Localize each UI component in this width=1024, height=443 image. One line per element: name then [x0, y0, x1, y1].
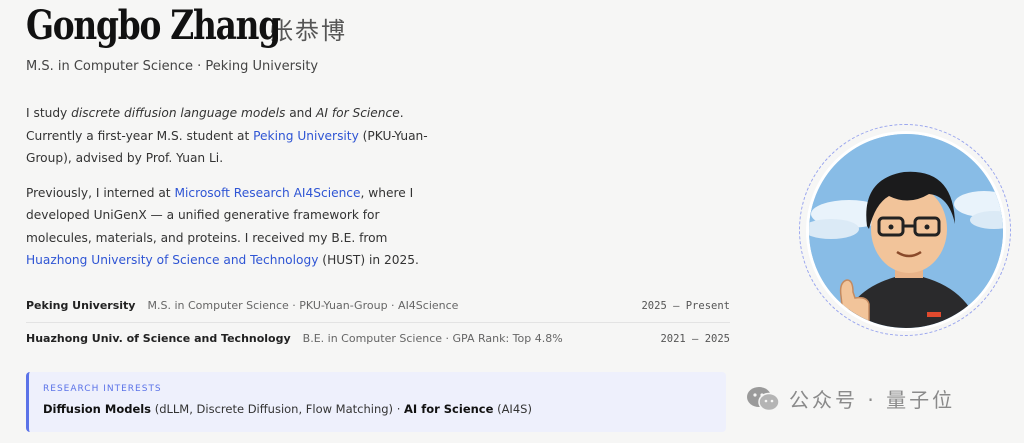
msr-ai4science-link[interactable]: Microsoft Research AI4Science	[174, 186, 360, 200]
avatar	[799, 124, 1011, 336]
subtitle: M.S. in Computer Science · Peking Univer…	[26, 59, 319, 74]
education-detail: M.S. in Computer Science · PKU-Yuan-Grou…	[147, 299, 459, 312]
education-years: 2025 — Present	[641, 299, 730, 312]
interest-item: AI for Science	[404, 402, 494, 416]
avatar-image	[806, 131, 1006, 331]
interest-detail: (AI4S)	[493, 402, 532, 416]
bio-text: and	[285, 106, 317, 120]
education-list: Peking University M.S. in Computer Scien…	[26, 290, 730, 355]
bio-emphasis: discrete diffusion language models	[71, 106, 286, 120]
bio-text: Previously, I interned at	[26, 185, 175, 200]
research-interests-label: RESEARCH INTERESTS	[43, 384, 162, 394]
name-row: Gongbo Zhang 张恭博	[26, 2, 730, 49]
avatar-illustration	[809, 134, 1003, 328]
education-years: 2021 — 2025	[660, 332, 730, 345]
wechat-icon	[747, 386, 780, 411]
bio-paragraph-2: Previously, I interned at Microsoft Rese…	[26, 182, 446, 272]
watermark: 公众号 · 量子位	[745, 384, 955, 413]
interest-item: Diffusion Models	[43, 402, 152, 416]
education-detail: B.E. in Computer Science · GPA Rank: Top…	[302, 332, 563, 345]
education-institution: Peking University	[26, 299, 136, 312]
bio-paragraph-1: I study discrete diffusion language mode…	[26, 102, 446, 170]
bio-text: (HUST) in 2025.	[318, 253, 419, 267]
education-row: Peking University M.S. in Computer Scien…	[26, 290, 730, 323]
hust-link[interactable]: Huazhong University of Science and Techn…	[26, 253, 318, 267]
peking-university-link[interactable]: Peking University	[253, 129, 359, 143]
research-interests-card: RESEARCH INTERESTS Diffusion Models (dLL…	[26, 372, 726, 432]
watermark-text: 公众号 · 量子位	[789, 388, 956, 412]
bio-text: I study	[26, 106, 72, 120]
bio: I study discrete diffusion language mode…	[26, 102, 446, 272]
chinese-name: 张恭博	[269, 17, 347, 45]
page-title: Gongbo Zhang	[26, 2, 281, 49]
research-interests-body: Diffusion Models (dLLM, Discrete Diffusi…	[43, 402, 712, 416]
bio-emphasis: AI for Science	[316, 106, 400, 120]
education-institution: Huazhong Univ. of Science and Technology	[26, 332, 291, 345]
profile-main: Gongbo Zhang 张恭博 M.S. in Computer Scienc…	[26, 0, 730, 355]
interest-detail: (dLLM, Discrete Diffusion, Flow Matching…	[151, 402, 405, 416]
education-row: Huazhong Univ. of Science and Technology…	[26, 323, 730, 355]
